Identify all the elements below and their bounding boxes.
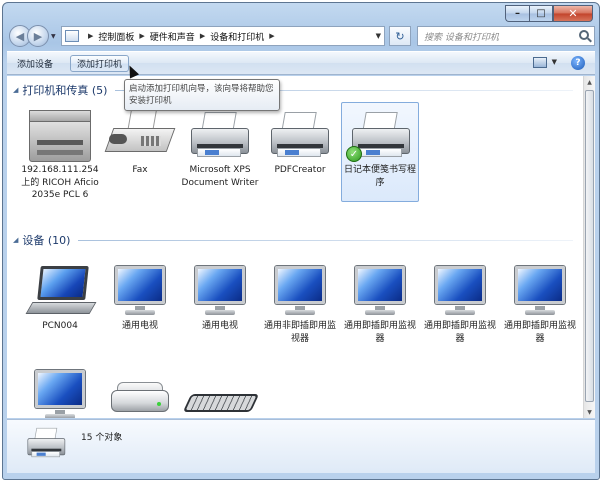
minimize-button[interactable]: – (505, 5, 529, 22)
arrow-left-icon: ◀ (15, 29, 25, 43)
forward-button[interactable]: ▶ (27, 25, 49, 47)
maximize-icon: □ (536, 7, 546, 19)
default-printer-check-icon: ✓ (346, 146, 362, 162)
address-bar[interactable]: ▶ 控制面板 ▶ 硬件和声音 ▶ 设备和打印机 ▶ ▼ (61, 26, 385, 46)
devices-and-printers-icon (21, 424, 71, 468)
arrow-right-icon: ▶ (33, 29, 43, 43)
group-header-devices[interactable]: ◢ 设备 (10) (13, 232, 573, 248)
device-label: 日记本便笺书写程序 (343, 165, 416, 188)
navigation-bar: ◀ ▶ ▼ ▶ 控制面板 ▶ 硬件和声音 ▶ 设备和打印机 ▶ ▼ ↻ 搜索 设… (7, 24, 595, 50)
scroll-thumb[interactable] (585, 90, 594, 402)
window: – □ ✕ ◀ ▶ ▼ ▶ 控制面板 ▶ 硬件和声音 ▶ 设备和打印机 ▶ ▼ … (2, 2, 600, 480)
close-button[interactable]: ✕ (553, 5, 593, 22)
refresh-icon: ↻ (395, 29, 405, 43)
multifunction-printer-icon (21, 106, 99, 162)
command-bar: 添加设备 添加打印机 ▼ ? (7, 51, 595, 75)
device-item[interactable]: PCN004 (21, 262, 99, 333)
group-title: 设备 (10) (22, 234, 71, 247)
breadcrumb-separator-icon[interactable]: ▶ (139, 32, 144, 40)
minimize-icon: – (515, 7, 520, 19)
device-label: 192.168.111.254 上的 RICOH Aficio 2035e PC… (21, 165, 99, 200)
scroll-up-arrow-icon[interactable]: ▲ (584, 76, 595, 88)
caption-buttons: – □ ✕ (505, 5, 593, 22)
address-dropdown-icon[interactable]: ▼ (376, 32, 381, 40)
change-view-icon[interactable] (533, 57, 547, 68)
group-title: 打印机和传真 (5) (22, 84, 108, 97)
monitor-icon (261, 262, 339, 318)
recent-pages-dropdown[interactable]: ▼ (51, 33, 56, 40)
device-item[interactable]: 通用即插即用监视器 (421, 262, 499, 345)
group-header-printers[interactable]: ◢ 打印机和传真 (5) (13, 82, 573, 98)
content-area: ◢ 打印机和传真 (5) 192.168.111.254 上的 RICOH Af… (7, 76, 583, 418)
device-label: Fax (132, 165, 148, 175)
add-device-button[interactable]: 添加设备 (11, 55, 59, 72)
external-drive-icon (101, 366, 179, 418)
help-icon: ? (575, 58, 581, 68)
device-label: 通用即插即用监视器 (343, 321, 416, 344)
breadcrumb-separator-icon[interactable]: ▶ (88, 32, 93, 40)
scroll-down-arrow-icon[interactable]: ▼ (584, 406, 595, 418)
control-panel-icon (65, 30, 79, 42)
search-icon[interactable] (579, 30, 589, 40)
device-item[interactable]: Fax (101, 106, 179, 177)
search-input[interactable]: 搜索 设备和打印机 (417, 26, 595, 46)
details-pane: 15 个对象 (7, 419, 595, 473)
device-label: Microsoft XPS Document Writer (181, 165, 259, 188)
printer-icon (261, 106, 339, 162)
maximize-button[interactable]: □ (529, 5, 553, 22)
monitor-icon (341, 262, 419, 318)
device-item[interactable]: PDFCreator (261, 106, 339, 177)
monitor-icon (21, 366, 99, 418)
device-item[interactable] (101, 366, 179, 418)
monitor-icon (421, 262, 499, 318)
device-item[interactable]: 通用电视 (181, 262, 259, 333)
device-item[interactable]: 通用即插即用监视器 (501, 262, 579, 345)
fax-icon (101, 106, 179, 162)
collapse-arrow-icon[interactable]: ◢ (13, 86, 18, 94)
device-item[interactable]: 通用非即插即用监视器 (261, 262, 339, 345)
device-label: 通用电视 (201, 321, 238, 331)
breadcrumb-separator-icon[interactable]: ▶ (200, 32, 205, 40)
device-item[interactable]: 通用即插即用监视器 (341, 262, 419, 345)
view-dropdown-icon[interactable]: ▼ (552, 58, 557, 66)
object-count: 15 个对象 (81, 433, 123, 443)
device-item-selected[interactable]: ✓ 日记本便笺书写程序 (341, 102, 419, 202)
device-item[interactable] (181, 366, 260, 418)
search-placeholder: 搜索 设备和打印机 (424, 32, 499, 43)
monitor-icon (101, 262, 179, 318)
device-item[interactable]: Microsoft XPS Document Writer (181, 106, 259, 189)
keyboard-icon (181, 366, 260, 418)
help-button[interactable]: ? (571, 56, 585, 70)
device-label: 通用电视 (121, 321, 158, 331)
device-item[interactable] (21, 366, 99, 418)
close-icon: ✕ (568, 7, 578, 20)
device-label: PDFCreator (274, 165, 326, 175)
breadcrumb-separator-icon[interactable]: ▶ (269, 32, 274, 40)
device-label: 通用非即插即用监视器 (263, 321, 336, 344)
breadcrumb-hardware-sound[interactable]: 硬件和声音 (150, 30, 195, 43)
device-item[interactable]: 通用电视 (101, 262, 179, 333)
monitor-icon (181, 262, 259, 318)
divider (78, 239, 573, 241)
tooltip: 启动添加打印机向导，该向导将帮助您安装打印机 (124, 79, 280, 111)
printer-icon: ✓ (342, 106, 420, 162)
monitor-icon (501, 262, 579, 318)
collapse-arrow-icon[interactable]: ◢ (13, 236, 18, 244)
refresh-button[interactable]: ↻ (389, 26, 411, 46)
vertical-scrollbar[interactable]: ▲ ▼ (583, 76, 595, 418)
breadcrumb-devices-printers[interactable]: 设备和打印机 (210, 30, 264, 43)
device-label: 通用即插即用监视器 (503, 321, 576, 344)
laptop-icon (21, 262, 99, 318)
printer-icon (181, 106, 259, 162)
breadcrumb-control-panel[interactable]: 控制面板 (98, 30, 134, 43)
device-label: 通用即插即用监视器 (423, 321, 496, 344)
device-item[interactable]: 192.168.111.254 上的 RICOH Aficio 2035e PC… (21, 106, 99, 202)
device-label: PCN004 (42, 321, 78, 331)
add-printer-button[interactable]: 添加打印机 (70, 55, 130, 72)
